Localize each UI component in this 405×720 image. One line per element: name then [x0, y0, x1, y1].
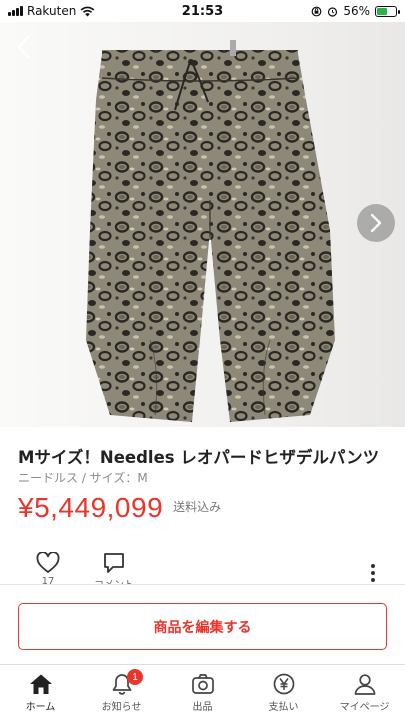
- person-icon: [354, 674, 375, 695]
- home-icon: [29, 674, 52, 694]
- tab-payment[interactable]: 支払い: [243, 665, 324, 720]
- status-bar: Rakuten 21:53 56%: [0, 0, 405, 22]
- status-left: Rakuten: [8, 4, 95, 18]
- status-right: 56%: [311, 4, 400, 18]
- edit-item-button[interactable]: 商品を編集する: [18, 603, 387, 650]
- wifi-icon: [80, 6, 95, 16]
- brand-size-link[interactable]: ニードルス / サイズ：M: [18, 469, 148, 486]
- shipping-label: 送料込み: [173, 500, 222, 514]
- tab-label: 出品: [192, 702, 213, 713]
- prev-photo-button[interactable]: [6, 30, 40, 64]
- battery-icon: [375, 5, 400, 17]
- tab-notifications[interactable]: 1 お知らせ: [81, 665, 162, 720]
- like-button[interactable]: 17: [36, 552, 60, 587]
- product-price: ¥5,449,099: [18, 492, 164, 523]
- next-photo-button[interactable]: [357, 204, 395, 242]
- tab-label: 支払い: [268, 702, 299, 713]
- tab-label: お知らせ: [101, 702, 142, 713]
- tab-bar: ホーム 1 お知らせ 出品 支払い マイページ: [0, 664, 405, 720]
- product-title: Mサイズ！Needles レオパードヒザデルパンツ: [18, 448, 380, 467]
- heart-icon: [36, 552, 60, 573]
- chevron-right-icon: [370, 213, 382, 233]
- comment-icon: [104, 553, 124, 573]
- more-vertical-icon[interactable]: [371, 564, 375, 582]
- orientation-lock-icon: [311, 6, 322, 16]
- actions-row: 17 コメント: [0, 552, 405, 591]
- price-row: ¥5,449,099 送料込み: [18, 492, 221, 524]
- tab-mypage[interactable]: マイページ: [324, 665, 405, 720]
- tab-home[interactable]: ホーム: [0, 665, 81, 720]
- tab-sell[interactable]: 出品: [162, 665, 243, 720]
- chevron-left-icon: [17, 35, 30, 59]
- tab-label: ホーム: [25, 702, 56, 713]
- leopard-pants-photo: [86, 40, 335, 422]
- notification-badge: 1: [127, 669, 143, 685]
- signal-icon: [8, 6, 23, 16]
- carrier-label: Rakuten: [27, 4, 77, 18]
- battery-percent: 56%: [343, 4, 370, 18]
- product-photo-carousel[interactable]: [0, 22, 405, 427]
- battery-fill: [377, 7, 388, 15]
- alarm-icon: [328, 6, 338, 17]
- yen-icon: [273, 673, 294, 695]
- camera-icon: [191, 674, 214, 694]
- tab-label: マイページ: [339, 702, 390, 713]
- edit-panel: 商品を編集する: [0, 584, 405, 664]
